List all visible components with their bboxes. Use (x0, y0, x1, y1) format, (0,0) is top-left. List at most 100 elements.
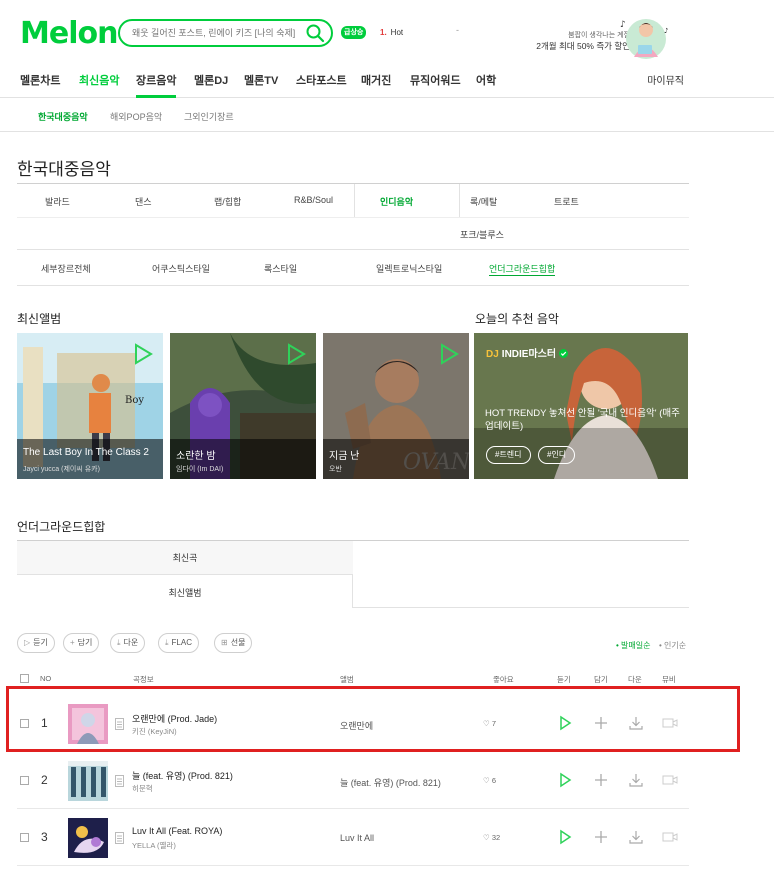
melon-logo[interactable]: Melon (20, 16, 118, 51)
row-checkbox[interactable] (20, 833, 29, 842)
tab-latest-albums[interactable]: 최신앨범 (17, 574, 353, 608)
recommend-title[interactable]: 오늘의 추천 음악 (475, 310, 559, 327)
genre-hiphop[interactable]: 랩/힙합 (214, 195, 241, 208)
add-button[interactable]: + 담기 (63, 633, 100, 653)
tab-latest-songs[interactable]: 최신곡 (17, 541, 353, 574)
genre-trot[interactable]: 트로트 (554, 195, 579, 208)
subnav-foreign-pop[interactable]: 해외POP음악 (110, 110, 162, 123)
subgenre-rock-style[interactable]: 록스타일 (264, 262, 297, 275)
new-albums-title[interactable]: 최신앨범 (17, 310, 61, 327)
col-listen: 듣기 (557, 675, 571, 684)
nav-my-music[interactable]: 마이뮤직 (647, 72, 684, 87)
album-title[interactable]: The Last Boy In The Class 2 (23, 447, 149, 458)
album-artist[interactable]: Jayci yucca (제이씨 유카) (23, 464, 100, 474)
song-cover[interactable] (68, 818, 108, 858)
subgenre-all[interactable]: 세부장르전체 (41, 262, 91, 275)
nav-magazine[interactable]: 매거진 (361, 72, 391, 98)
play-icon[interactable] (435, 341, 461, 367)
heart-icon: ♡ (483, 776, 490, 785)
search-icon[interactable] (305, 23, 325, 43)
music-video-icon[interactable] (662, 829, 678, 845)
genre-rock[interactable]: 록/메탈 (470, 195, 497, 208)
nav-new-music[interactable]: 최신음악 (79, 72, 119, 98)
song-artist[interactable]: 히문혁 (132, 783, 153, 794)
album-title[interactable]: 소란한 밤 (176, 447, 216, 462)
play-icon: ▷ (24, 638, 31, 647)
album-card[interactable]: 소란한 밤 임다이 (Im DAI) (170, 333, 316, 479)
like-button[interactable]: ♡ 32 (483, 833, 500, 842)
nav-melon-dj[interactable]: 멜론DJ (194, 72, 228, 98)
download-icon: ⤓ (117, 638, 121, 647)
subnav-other-genres[interactable]: 그외인기장르 (184, 110, 234, 123)
promo-illustration[interactable]: ♪ ♪ (612, 13, 674, 61)
recommend-card[interactable]: DJ INDIE마스터 HOT TRENDY 놓쳐선 안될 '국내 인디음악' (… (474, 333, 688, 479)
recommend-dj[interactable]: DJ INDIE마스터 (486, 345, 568, 360)
hot-rank[interactable]: 1. Hot (380, 28, 403, 37)
col-no: NO (40, 674, 52, 683)
select-all-checkbox[interactable] (20, 674, 29, 683)
tag-indie[interactable]: #인디 (538, 446, 576, 464)
subgenre-underground-hiphop[interactable]: 언더그라운드힙합 (489, 262, 556, 276)
song-title[interactable]: 늘 (feat. 유영) (Prod. 821) (132, 769, 233, 782)
nav-language[interactable]: 어학 (476, 72, 496, 98)
sort-by-popularity-label: 인기순 (664, 641, 687, 650)
gift-label: 선물 (230, 638, 246, 647)
download-icon[interactable] (628, 829, 644, 845)
nav-melon-chart[interactable]: 멜론차트 (20, 72, 60, 98)
tag-trendy[interactable]: #트렌디 (486, 446, 531, 464)
row-rank: 3 (41, 830, 48, 844)
play-icon[interactable] (557, 772, 573, 788)
flac-button[interactable]: ⤓ FLAC (158, 633, 199, 653)
plus-icon[interactable] (593, 829, 609, 845)
song-cover[interactable] (68, 761, 108, 801)
album-card[interactable]: Boy The Last Boy In The Class 2 Jayci yu… (17, 333, 163, 479)
gift-button[interactable]: ⊞ 선물 (214, 633, 253, 653)
nav-genre-music[interactable]: 장르음악 (136, 72, 177, 98)
nav-melon-tv[interactable]: 멜론TV (244, 72, 278, 98)
download-button[interactable]: ⤓ 다운 (110, 633, 146, 653)
subgenre-acoustic[interactable]: 어쿠스틱스타일 (152, 262, 210, 275)
nav-music-awards[interactable]: 뮤직어워드 (410, 72, 461, 98)
song-info-icon[interactable] (115, 832, 124, 844)
subnav-korean-pop[interactable]: 한국대중음악 (38, 110, 88, 123)
album-card[interactable]: OVAN 지금 난 오반 (323, 333, 469, 479)
listen-button[interactable]: ▷ 듣기 (17, 633, 55, 653)
album-artist[interactable]: 오반 (329, 464, 342, 474)
play-icon[interactable] (129, 341, 155, 367)
song-album[interactable]: Luv It All (340, 833, 374, 843)
promo-title[interactable]: 2개월 최대 50% 즉가 할인 (490, 40, 630, 52)
genre-rnb[interactable]: R&B/Soul (294, 195, 333, 205)
subgenre-electronic[interactable]: 일렉트로닉스타일 (376, 262, 442, 275)
download-icon[interactable] (628, 772, 644, 788)
plus-icon[interactable] (593, 772, 609, 788)
sort-dot-icon: • (616, 641, 619, 650)
music-video-icon[interactable] (662, 772, 678, 788)
nav-star-post[interactable]: 스타포스트 (296, 72, 347, 98)
recommend-headline[interactable]: HOT TRENDY 놓쳐선 안될 '국내 인디음악' (매주 업데이트) (485, 407, 685, 433)
genre-ballad[interactable]: 발라드 (45, 195, 70, 208)
album-artist[interactable]: 임다이 (Im DAI) (176, 464, 223, 474)
row-checkbox[interactable] (20, 776, 29, 785)
hot-rank-text: Hot (390, 28, 404, 37)
sort-by-release[interactable]: • 발매일순 (616, 640, 651, 651)
search-input[interactable] (132, 26, 302, 40)
tab-latest-albums-label: 최신앨범 (168, 588, 202, 598)
genre-indie[interactable]: 인디음악 (380, 195, 413, 208)
album-title[interactable]: 지금 난 (329, 447, 359, 462)
song-artist[interactable]: YELLA (옐라) (132, 840, 176, 851)
genre-divider (17, 217, 689, 218)
col-mv: 뮤비 (662, 675, 676, 684)
song-title[interactable]: Luv It All (Feat. ROYA) (132, 826, 222, 836)
song-album[interactable]: 늘 (feat. 유영) (Prod. 821) (340, 776, 441, 789)
plus-icon: + (70, 638, 75, 647)
genre-dance[interactable]: 댄스 (135, 195, 152, 208)
sort-by-popularity[interactable]: • 인기순 (659, 640, 686, 651)
like-button[interactable]: ♡ 6 (483, 776, 496, 785)
genre-folk[interactable]: 포크/블루스 (460, 228, 504, 241)
promo-subtitle[interactable]: 붐팝이 생각나는 계절 (500, 30, 630, 40)
song-info-icon[interactable] (115, 775, 124, 787)
play-icon[interactable] (557, 829, 573, 845)
listen-label: 듣기 (33, 638, 48, 647)
sub-nav: 한국대중음악 해외POP음악 그외인기장르 (0, 98, 774, 132)
play-icon[interactable] (282, 341, 308, 367)
